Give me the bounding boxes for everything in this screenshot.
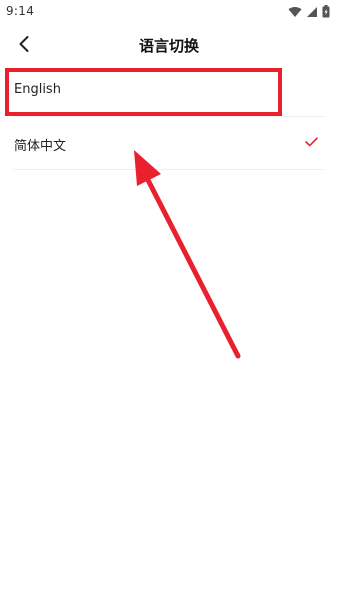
status-icons	[288, 5, 330, 18]
language-option-english[interactable]: English	[14, 64, 324, 117]
page-title: 语言切换	[138, 37, 199, 55]
language-option-label: 简体中文	[14, 139, 67, 154]
header: 语言切换	[0, 24, 338, 64]
battery-icon	[322, 5, 330, 18]
status-bar: 9:14	[0, 0, 338, 24]
language-option-simplified-chinese[interactable]: 简体中文	[14, 117, 324, 170]
checkmark-icon	[305, 137, 318, 147]
signal-icon	[307, 6, 317, 17]
language-option-label: English	[14, 82, 61, 97]
wifi-icon	[288, 6, 302, 17]
status-time: 9:14	[6, 4, 35, 18]
